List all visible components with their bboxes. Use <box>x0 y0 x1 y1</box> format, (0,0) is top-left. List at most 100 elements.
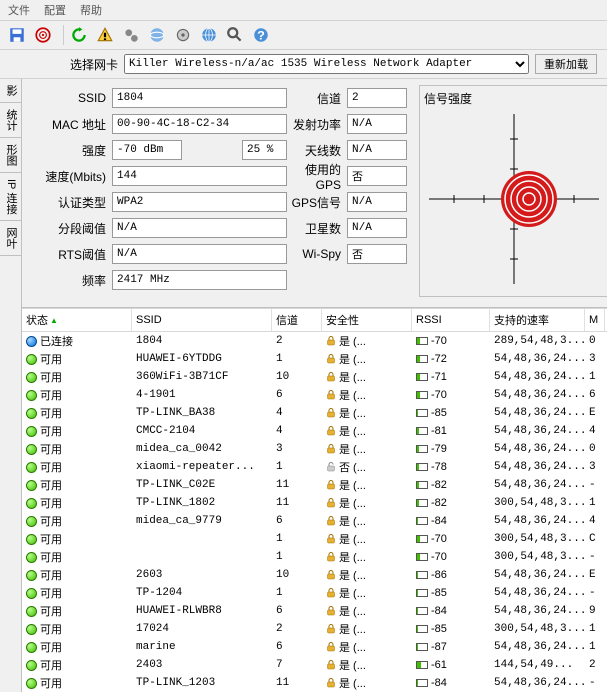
adapter-select[interactable]: Killer Wireless-n/a/ac 1535 Wireless Net… <box>124 54 529 74</box>
value-rts[interactable]: N/A <box>112 244 287 264</box>
side-tab-2[interactable]: 形图 <box>0 138 21 173</box>
table-row[interactable]: 可用TP-LINK_120311是 (...-8454,48,36,24...- <box>22 674 607 692</box>
network-grid: 状态▲ SSID 信道 安全性 RSSI 支持的速率 M 已连接18042是 (… <box>22 308 607 692</box>
table-row[interactable]: 可用CMCC-21044是 (...-8154,48,36,24...4 <box>22 422 607 440</box>
rssi-bar-icon <box>416 427 428 435</box>
table-row[interactable]: 可用1是 (...-70300,54,48,3...- <box>22 548 607 566</box>
grid-body[interactable]: 已连接18042是 (...-70289,54,48,3...0可用HUAWEI… <box>22 332 607 692</box>
config-icon[interactable] <box>172 24 194 46</box>
refresh-icon[interactable] <box>68 24 90 46</box>
table-row[interactable]: 可用marine6是 (...-8754,48,36,24...1 <box>22 638 607 656</box>
value-channel[interactable]: 2 <box>347 88 407 108</box>
status-icon <box>26 390 37 401</box>
table-row[interactable]: 已连接18042是 (...-70289,54,48,3...0 <box>22 332 607 350</box>
rssi-bar-icon <box>416 391 428 399</box>
side-tab-4[interactable]: 网叶 <box>0 221 21 256</box>
rssi-bar-icon <box>416 571 428 579</box>
menu-file[interactable]: 文件 <box>8 2 30 18</box>
label-ssid: SSID <box>32 91 112 105</box>
value-antenna[interactable]: N/A <box>347 140 407 160</box>
value-satellite[interactable]: N/A <box>347 218 407 238</box>
table-row[interactable]: 可用HUAWEI-6YTDDG1是 (...-7254,48,36,24...3 <box>22 350 607 368</box>
header-rates[interactable]: 支持的速率 <box>490 309 585 331</box>
gears-icon[interactable] <box>120 24 142 46</box>
header-channel[interactable]: 信道 <box>272 309 322 331</box>
signal-title: 信号强度 <box>424 90 604 107</box>
label-antenna: 天线数 <box>287 142 347 159</box>
value-strength-dbm[interactable]: -70 dBm <box>112 140 182 160</box>
adapter-label: 选择网卡 <box>70 56 118 73</box>
side-tab-1[interactable]: 统计 <box>0 103 21 138</box>
table-row[interactable]: 可用24037是 (...-61144,54,49...2 <box>22 656 607 674</box>
side-tab-3[interactable]: IP 连接 <box>0 173 21 221</box>
value-frag[interactable]: N/A <box>112 218 287 238</box>
table-row[interactable]: 可用TP-LINK_C02E11是 (...-8254,48,36,24...- <box>22 476 607 494</box>
search-icon[interactable] <box>224 24 246 46</box>
adapter-row: 选择网卡 Killer Wireless-n/a/ac 1535 Wireles… <box>0 50 607 79</box>
value-strength-pct[interactable]: 25 % <box>242 140 287 160</box>
rssi-bar-icon <box>416 445 428 453</box>
rssi-bar-icon <box>416 535 428 543</box>
gps-icon[interactable] <box>146 24 168 46</box>
table-row[interactable]: 可用midea_ca_97796是 (...-8454,48,36,24...4 <box>22 512 607 530</box>
header-security[interactable]: 安全性 <box>322 309 412 331</box>
value-ssid[interactable]: 1804 <box>112 88 287 108</box>
table-row[interactable]: 可用xiaomi-repeater...1否 (...-7854,48,36,2… <box>22 458 607 476</box>
rssi-bar-icon <box>416 499 428 507</box>
table-row[interactable]: 可用HUAWEI-RLWBR86是 (...-8454,48,36,24...9 <box>22 602 607 620</box>
svg-text:?: ? <box>257 29 265 43</box>
header-ssid[interactable]: SSID <box>132 309 272 331</box>
detail-panel: SSID 1804 信道 2 MAC 地址 00-90-4C-18-C2-34 … <box>22 79 607 308</box>
label-strength: 强度 <box>32 142 112 159</box>
header-m[interactable]: M <box>585 309 605 331</box>
label-freq: 频率 <box>32 272 112 289</box>
status-icon <box>26 444 37 455</box>
header-status[interactable]: 状态▲ <box>22 309 132 331</box>
warning-icon[interactable] <box>94 24 116 46</box>
rssi-bar-icon <box>416 643 428 651</box>
value-gpssig[interactable]: N/A <box>347 192 407 212</box>
value-gps[interactable]: 否 <box>347 166 407 186</box>
status-icon <box>26 336 37 347</box>
value-speed[interactable]: 144 <box>112 166 287 186</box>
value-txpower[interactable]: N/A <box>347 114 407 134</box>
label-satellite: 卫星数 <box>287 220 347 237</box>
side-tab-0[interactable]: 影 <box>0 79 21 103</box>
rssi-bar-icon <box>416 553 428 561</box>
header-rssi[interactable]: RSSI <box>412 309 490 331</box>
value-mac[interactable]: 00-90-4C-18-C2-34 <box>112 114 287 134</box>
label-wispy: Wi-Spy <box>287 247 347 261</box>
status-icon <box>26 408 37 419</box>
label-auth: 认证类型 <box>32 194 112 211</box>
save-icon[interactable] <box>6 24 28 46</box>
table-row[interactable]: 可用260310是 (...-8654,48,36,24...E <box>22 566 607 584</box>
rssi-bar-icon <box>416 589 428 597</box>
status-icon <box>26 480 37 491</box>
label-mac: MAC 地址 <box>32 116 112 133</box>
value-wispy[interactable]: 否 <box>347 244 407 264</box>
status-icon <box>26 642 37 653</box>
reload-button[interactable]: 重新加载 <box>535 54 597 74</box>
table-row[interactable]: 可用TP-LINK_180211是 (...-82300,54,48,3...1 <box>22 494 607 512</box>
value-auth[interactable]: WPA2 <box>112 192 287 212</box>
status-icon <box>26 660 37 671</box>
table-row[interactable]: 可用TP-LINK_BA384是 (...-8554,48,36,24...E <box>22 404 607 422</box>
table-row[interactable]: 可用TP-12041是 (...-8554,48,36,24...- <box>22 584 607 602</box>
table-row[interactable]: 可用360WiFi-3B71CF10是 (...-7154,48,36,24..… <box>22 368 607 386</box>
table-row[interactable]: 可用midea_ca_00423是 (...-7954,48,36,24...0 <box>22 440 607 458</box>
table-row[interactable]: 可用170242是 (...-85300,54,48,3...1 <box>22 620 607 638</box>
menu-help[interactable]: 帮助 <box>80 2 102 18</box>
rssi-bar-icon <box>416 463 428 471</box>
rssi-bar-icon <box>416 607 428 615</box>
label-gpssig: GPS信号 <box>287 194 347 211</box>
label-channel: 信道 <box>287 90 347 107</box>
table-row[interactable]: 可用4-19016是 (...-7054,48,36,24...6 <box>22 386 607 404</box>
target-icon[interactable] <box>32 24 54 46</box>
menu-config[interactable]: 配置 <box>44 2 66 18</box>
rssi-bar-icon <box>416 517 428 525</box>
globe-icon[interactable] <box>198 24 220 46</box>
table-row[interactable]: 可用1是 (...-70300,54,48,3...C <box>22 530 607 548</box>
label-txpower: 发射功率 <box>287 116 347 133</box>
help-icon[interactable]: ? <box>250 24 272 46</box>
value-freq[interactable]: 2417 MHz <box>112 270 287 290</box>
